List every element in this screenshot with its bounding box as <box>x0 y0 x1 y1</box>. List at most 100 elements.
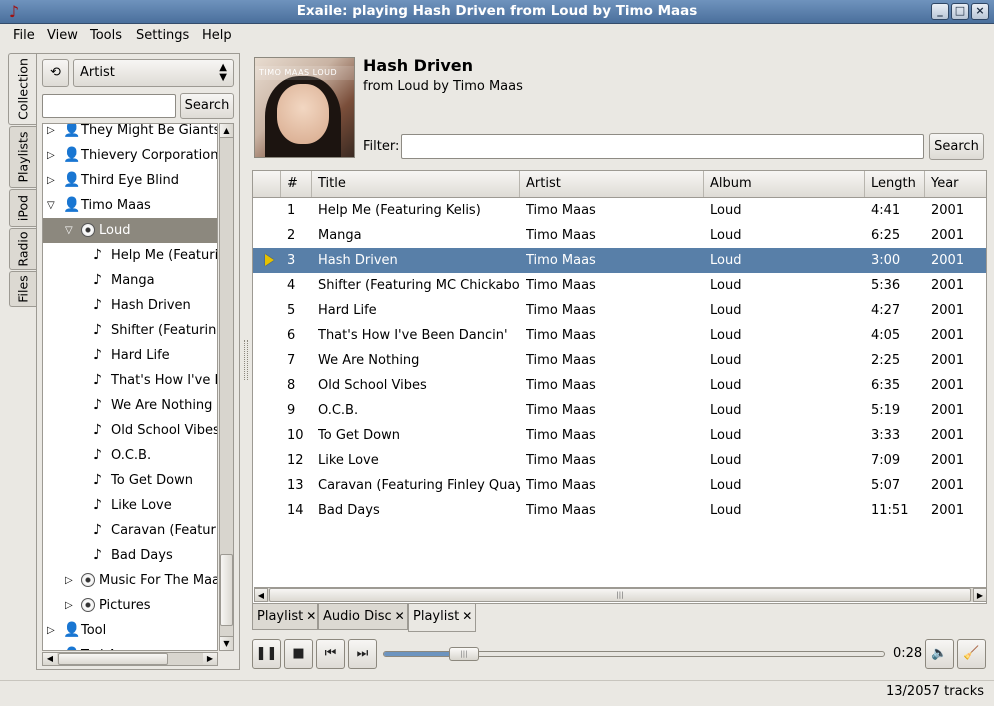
clear-playlist-button[interactable]: 🧹 <box>957 639 986 669</box>
scroll-down-arrow-icon[interactable]: ▼ <box>220 636 233 650</box>
next-button[interactable]: ⏭ <box>348 639 377 669</box>
maximize-button[interactable]: □ <box>951 3 969 20</box>
tree-item-track[interactable]: ♪ Hash Driven <box>43 293 217 318</box>
close-tab-icon[interactable]: ✕ <box>306 609 316 623</box>
close-tab-icon[interactable]: ✕ <box>395 609 405 623</box>
tree-item-track[interactable]: ♪ Shifter (Featuring MC Chickaboo) <box>43 318 217 343</box>
track-title: That's How I've Been Dancin' <box>318 328 508 343</box>
tree-item-album[interactable]: ▷ Music For The Maases <box>43 568 217 593</box>
column-length[interactable]: Length <box>865 171 925 197</box>
expander-open-icon[interactable]: ▽ <box>47 193 55 218</box>
track-row[interactable]: 5 Hard Life Timo Maas Loud 4:27 2001 <box>253 298 986 323</box>
track-row[interactable]: 14 Bad Days Timo Maas Loud 11:51 2001 <box>253 498 986 523</box>
collection-search-input[interactable] <box>42 94 176 118</box>
playlist-tab-1[interactable]: Playlist ✕ <box>252 604 318 630</box>
seek-slider-handle[interactable]: ||| <box>449 647 479 661</box>
tree-hscroll-thumb[interactable] <box>58 653 168 665</box>
scroll-left-arrow-icon[interactable]: ◀ <box>254 588 268 602</box>
tracklist-horizontal-scrollbar[interactable]: ◀ ||| ▶ <box>254 587 986 602</box>
tree-item-track[interactable]: ♪ We Are Nothing <box>43 393 217 418</box>
tab-files[interactable]: Files <box>9 271 36 307</box>
tree-item-track[interactable]: ♪ Caravan (Featuring Finley Quaye) <box>43 518 217 543</box>
volume-button[interactable]: 🔈 <box>925 639 954 669</box>
tree-vertical-scrollbar[interactable]: ▲ ▼ <box>219 123 234 651</box>
collection-tree[interactable]: ▷ 👤 They Might Be Giants ▷ 👤 Thievery Corpora… <box>42 123 218 651</box>
column-year[interactable]: Year <box>925 171 986 197</box>
tree-item-track[interactable]: ♪ To Get Down <box>43 468 217 493</box>
tab-collection[interactable]: Collection <box>8 53 37 125</box>
menu-view[interactable]: View <box>47 28 78 43</box>
playlist-tab-audio-disc[interactable]: Audio Disc ✕ <box>318 604 408 630</box>
expander-closed-icon[interactable]: ▷ <box>65 593 73 618</box>
track-row[interactable]: 8 Old School Vibes Timo Maas Loud 6:35 2001 <box>253 373 986 398</box>
tab-playlists[interactable]: Playlists <box>9 126 36 188</box>
track-row[interactable]: 9 O.C.B. Timo Maas Loud 5:19 2001 <box>253 398 986 423</box>
playlist-tab-active[interactable]: Playlist ✕ <box>408 604 476 632</box>
tree-item-track[interactable]: ♪ Bad Days <box>43 543 217 568</box>
column-artist[interactable]: Artist <box>520 171 704 197</box>
pause-button[interactable]: ❚❚ <box>252 639 281 669</box>
expander-closed-icon[interactable]: ▷ <box>47 643 55 650</box>
tree-item-track[interactable]: ♪ Like Love <box>43 493 217 518</box>
tree-item-artist[interactable]: ▷ 👤 Third Eye Blind <box>43 168 217 193</box>
tree-horizontal-scrollbar[interactable]: ◀ ▶ <box>42 652 218 666</box>
track-row[interactable]: 10 To Get Down Timo Maas Loud 3:33 2001 <box>253 423 986 448</box>
track-row[interactable]: 1 Help Me (Featuring Kelis) Timo Maas Loud 4… <box>253 198 986 223</box>
menu-file[interactable]: File <box>13 28 35 43</box>
minimize-button[interactable]: _ <box>931 3 949 20</box>
tree-item-artist[interactable]: ▷ 👤 Thievery Corporation <box>43 143 217 168</box>
column-title[interactable]: Title <box>312 171 520 197</box>
tree-item-artist[interactable]: ▽ 👤 Timo Maas <box>43 193 217 218</box>
tree-item-track[interactable]: ♪ Hard Life <box>43 343 217 368</box>
expander-closed-icon[interactable]: ▷ <box>47 143 55 168</box>
filter-search-button[interactable]: Search <box>929 133 984 160</box>
column-number[interactable]: # <box>281 171 312 197</box>
column-album[interactable]: Album <box>704 171 865 197</box>
tree-item-track[interactable]: ♪ That's How I've Been Dancin' <box>43 368 217 393</box>
tree-item-track[interactable]: ♪ Help Me (Featuring Kelis) <box>43 243 217 268</box>
scroll-right-arrow-icon[interactable]: ▶ <box>203 653 217 665</box>
filter-input[interactable] <box>401 134 924 159</box>
refresh-collection-button[interactable]: ⟲ <box>42 59 69 87</box>
track-row[interactable]: 3 Hash Driven Timo Maas Loud 3:00 2001 <box>253 248 986 273</box>
track-row[interactable]: 6 That's How I've Been Dancin' Timo Maas Lo… <box>253 323 986 348</box>
view-mode-select[interactable]: Artist ▲ ▼ <box>73 59 234 87</box>
pane-resize-handle[interactable] <box>244 340 248 380</box>
track-row[interactable]: 2 Manga Timo Maas Loud 6:25 2001 <box>253 223 986 248</box>
tree-item-track[interactable]: ♪ Old School Vibes <box>43 418 217 443</box>
expander-closed-icon[interactable]: ▷ <box>65 568 73 593</box>
expander-open-icon[interactable]: ▽ <box>65 218 73 243</box>
tree-item-track[interactable]: ♪ Manga <box>43 268 217 293</box>
title-bar[interactable]: ♪ Exaile: playing Hash Driven from Loud … <box>0 0 994 24</box>
tab-ipod[interactable]: iPod <box>9 189 36 227</box>
column-indicator[interactable] <box>253 171 281 197</box>
track-row[interactable]: 12 Like Love Timo Maas Loud 7:09 2001 <box>253 448 986 473</box>
previous-button[interactable]: ⏮ <box>316 639 345 669</box>
tree-item-album[interactable]: ▽ Loud <box>43 218 217 243</box>
tree-item-track[interactable]: ♪ O.C.B. <box>43 443 217 468</box>
expander-closed-icon[interactable]: ▷ <box>47 168 55 193</box>
stop-button[interactable]: ■ <box>284 639 313 669</box>
tree-item-artist[interactable]: ▷ 👤 They Might Be Giants <box>43 124 217 143</box>
scroll-right-arrow-icon[interactable]: ▶ <box>973 588 986 602</box>
close-tab-icon[interactable]: ✕ <box>462 609 472 623</box>
tree-item-artist[interactable]: ▷ 👤 Tool <box>43 618 217 643</box>
scroll-left-arrow-icon[interactable]: ◀ <box>43 653 57 665</box>
seek-slider[interactable]: ||| <box>383 647 885 661</box>
track-row[interactable]: 7 We Are Nothing Timo Maas Loud 2:25 2001 <box>253 348 986 373</box>
tab-radio[interactable]: Radio <box>9 228 36 270</box>
scroll-up-arrow-icon[interactable]: ▲ <box>220 124 233 138</box>
tree-item-artist[interactable]: ▷ 👤Tori Amos <box>43 643 217 650</box>
track-row[interactable]: 4 Shifter (Featuring MC Chickaboo) Timo Ma… <box>253 273 986 298</box>
collection-search-button[interactable]: Search <box>180 93 234 119</box>
tree-scroll-thumb[interactable] <box>220 554 233 626</box>
expander-closed-icon[interactable]: ▷ <box>47 618 55 643</box>
menu-tools[interactable]: Tools <box>90 28 122 43</box>
expander-closed-icon[interactable]: ▷ <box>47 124 55 143</box>
menu-settings[interactable]: Settings <box>136 28 189 43</box>
track-row[interactable]: 13 Caravan (Featuring Finley Quaye) Timo M… <box>253 473 986 498</box>
tracklist-hscroll-thumb[interactable]: ||| <box>269 588 971 602</box>
tree-item-album[interactable]: ▷ Pictures <box>43 593 217 618</box>
menu-help[interactable]: Help <box>202 28 232 43</box>
close-window-button[interactable]: × <box>971 3 989 20</box>
